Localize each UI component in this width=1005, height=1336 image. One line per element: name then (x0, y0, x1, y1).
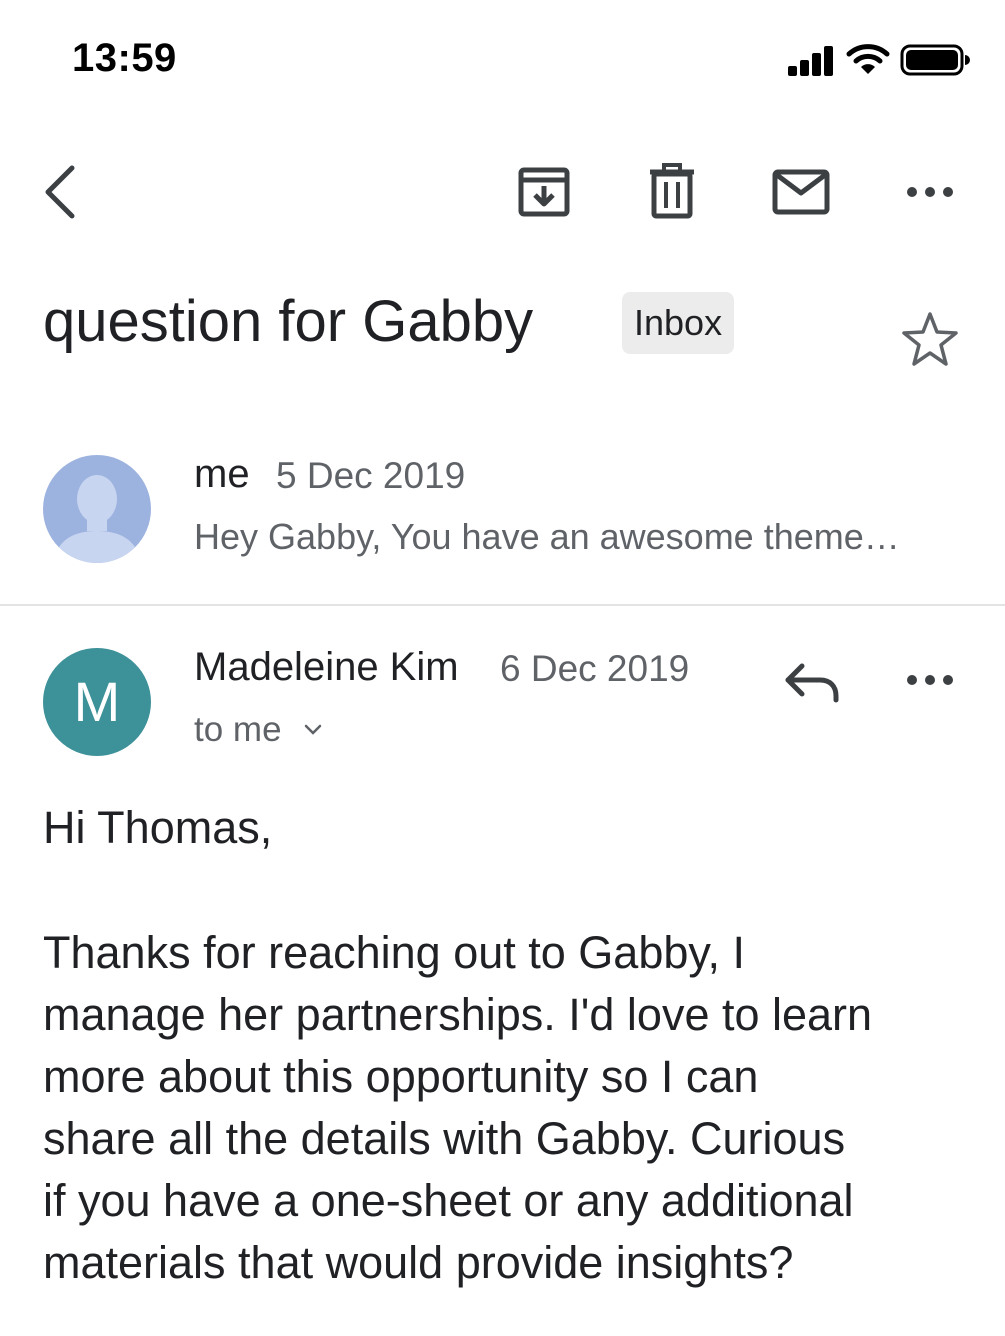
sender-name[interactable]: Madeleine Kim (194, 645, 459, 690)
message-snippet[interactable]: Hey Gabby, You have an awesome theme… (194, 516, 900, 558)
trash-icon (650, 163, 694, 219)
message-more-button[interactable] (896, 650, 960, 714)
sender-name[interactable]: me (194, 452, 250, 497)
message-date: 6 Dec 2019 (500, 648, 690, 689)
avatar[interactable]: M (43, 648, 151, 756)
recipients-toggle[interactable]: to me (194, 710, 282, 750)
more-options-button[interactable] (896, 160, 960, 224)
person-placeholder-icon (53, 475, 141, 563)
avatar[interactable] (43, 455, 151, 563)
status-time: 13:59 (72, 36, 177, 80)
mail-icon (772, 169, 830, 215)
more-horizontal-icon (907, 187, 953, 197)
archive-button[interactable] (512, 160, 576, 224)
chevron-down-icon[interactable] (302, 716, 324, 744)
body-line: materials that would provide insights? (43, 1237, 794, 1288)
label-badge[interactable]: Inbox (622, 292, 735, 354)
body-line: if you have a one-sheet or any additiona… (43, 1175, 854, 1226)
back-button[interactable] (34, 160, 86, 224)
message-body: Thanks for reaching out to Gabby, I mana… (43, 922, 973, 1294)
reply-button[interactable] (780, 650, 844, 714)
body-line: more about this opportunity so I can (43, 1051, 759, 1102)
divider (0, 604, 1005, 606)
signal-icon (788, 46, 833, 76)
mark-unread-button[interactable] (769, 160, 833, 224)
body-line: share all the details with Gabby. Curiou… (43, 1113, 846, 1164)
reply-icon (785, 663, 839, 703)
battery-icon (900, 44, 970, 76)
more-horizontal-icon (907, 675, 953, 685)
message-date: 5 Dec 2019 (276, 455, 466, 496)
body-line: manage her partnerships. I'd love to lea… (43, 989, 873, 1040)
wifi-icon (846, 44, 890, 74)
delete-button[interactable] (640, 160, 704, 224)
star-button[interactable] (896, 306, 964, 374)
star-icon (902, 312, 958, 366)
body-line: Thanks for reaching out to Gabby, I (43, 927, 746, 978)
email-subject: question for Gabby (43, 289, 534, 354)
archive-icon (518, 167, 570, 217)
message-greeting: Hi Thomas, (43, 802, 273, 853)
